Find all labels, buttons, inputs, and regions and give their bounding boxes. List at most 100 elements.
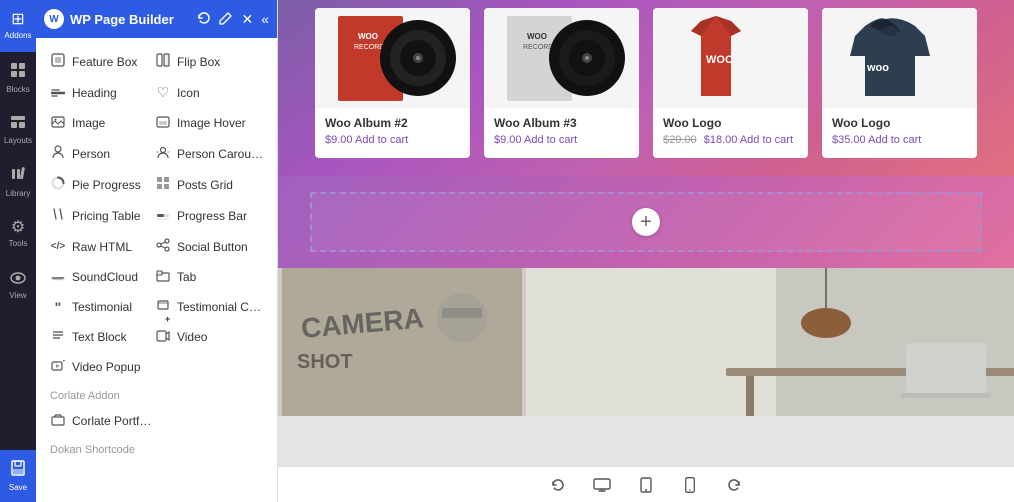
widget-social-button[interactable]: Social Button	[149, 231, 269, 262]
library-label: Library	[6, 189, 30, 198]
sidebar-item-blocks[interactable]: Blocks	[0, 52, 36, 104]
widget-testimonial-label: Testimonial	[72, 300, 132, 314]
product-info-logo-shirt: Woo Logo $20.00 $18.00 Add to cart	[653, 108, 808, 146]
panel-title: WP Page Builder	[70, 12, 174, 27]
widget-image[interactable]: Image	[44, 108, 149, 138]
close-icon[interactable]: ✕	[241, 11, 253, 28]
pricing-table-icon	[50, 207, 66, 224]
svg-text:WOO: WOO	[527, 32, 547, 41]
product-img-album3: WOO RECORDS	[484, 8, 639, 108]
layouts-icon	[10, 115, 26, 133]
widget-tab-label: Tab	[177, 270, 196, 284]
add-to-cart-logo-shirt[interactable]: Add to cart	[740, 134, 793, 146]
panel-content: Feature Box Flip Box Heading ♡ Icon	[36, 38, 277, 502]
widget-image-label: Image	[72, 116, 105, 130]
widget-corlate-portfolio-label: Corlate Portf…	[72, 414, 151, 428]
sidebar-item-library[interactable]: Library	[0, 156, 36, 208]
widget-pricing-table-label: Pricing Table	[72, 209, 140, 223]
testimonial-icon: "	[50, 299, 66, 315]
panel-header: W WP Page Builder ✕ «	[36, 0, 277, 38]
view-icon	[10, 272, 26, 288]
sidebar-item-addons[interactable]: ⊞ Addons	[0, 0, 36, 52]
widget-progress-bar[interactable]: Progress Bar	[149, 200, 269, 231]
widget-testimonial[interactable]: " Testimonial	[44, 292, 149, 322]
library-icon	[10, 166, 26, 186]
bottom-img-right	[526, 268, 1014, 416]
bottom-section: CAMERA SHOT	[278, 268, 1014, 416]
desktop-view-button[interactable]	[588, 471, 616, 499]
wp-logo: W	[44, 9, 64, 29]
flip-box-icon	[155, 53, 171, 70]
product-name-hoodie: Woo Logo	[832, 116, 967, 130]
collapse-icon[interactable]: «	[261, 11, 269, 27]
widget-testimonial-carousel[interactable]: Testimonial C… +	[149, 292, 269, 322]
product-price-album2: $9.00 Add to cart	[325, 134, 460, 146]
tab-icon	[155, 269, 171, 285]
product-img-album2: WOO RECORDS	[315, 8, 470, 108]
product-card-album3: WOO RECORDS Woo Album #3	[484, 8, 639, 158]
widget-person-carousel-label: Person Carou…	[177, 147, 263, 161]
layouts-label: Layouts	[4, 136, 32, 145]
product-card-album2: WOO RECORDS Woo Album #2	[315, 8, 470, 158]
widget-video[interactable]: Video	[149, 322, 269, 352]
widget-icon[interactable]: ♡ Icon	[149, 77, 269, 108]
widget-panel: W WP Page Builder ✕ « Feature Box	[36, 0, 278, 502]
sidebar-item-layouts[interactable]: Layouts	[0, 104, 36, 156]
widget-video-label: Video	[177, 330, 207, 344]
add-section-button[interactable]: +	[632, 208, 660, 236]
widget-person-label: Person	[72, 147, 110, 161]
tablet-view-button[interactable]	[632, 471, 660, 499]
widget-pricing-table[interactable]: Pricing Table	[44, 200, 149, 231]
icon-bar: ⊞ Addons Blocks Layouts Library ⚙ Tools …	[0, 0, 36, 502]
product-cards-row: WOO RECORDS Woo Album #2	[298, 8, 994, 158]
empty-section[interactable]: +	[310, 192, 982, 252]
blocks-label: Blocks	[6, 85, 30, 94]
mobile-view-button[interactable]	[676, 471, 704, 499]
widget-person-carousel[interactable]: Person Carou…	[149, 138, 269, 169]
redo-button[interactable]	[720, 471, 748, 499]
sidebar-item-view[interactable]: View	[0, 260, 36, 312]
widget-feature-box[interactable]: Feature Box	[44, 46, 149, 77]
video-popup-icon	[50, 359, 66, 375]
product-name-album2: Woo Album #2	[325, 116, 460, 130]
widget-text-block[interactable]: Text Block	[44, 322, 149, 352]
svg-text:WOO: WOO	[706, 54, 734, 66]
corlate-portfolio-icon	[50, 413, 66, 429]
widget-image-hover-label: Image Hover	[177, 116, 246, 130]
sidebar-item-tools[interactable]: ⚙ Tools	[0, 208, 36, 260]
edit-icon[interactable]	[219, 11, 233, 28]
widget-raw-html[interactable]: </> Raw HTML	[44, 231, 149, 262]
widget-pie-progress[interactable]: Pie Progress	[44, 169, 149, 200]
pie-progress-icon	[50, 176, 66, 193]
widget-person[interactable]: Person	[44, 138, 149, 169]
undo-button[interactable]	[544, 471, 572, 499]
widget-posts-grid[interactable]: Posts Grid	[149, 169, 269, 200]
sidebar-item-save[interactable]: Save	[0, 450, 36, 502]
widget-flip-box[interactable]: Flip Box	[149, 46, 269, 77]
svg-text:SHOT: SHOT	[297, 351, 353, 373]
product-card-logo-shirt: WOO Woo Logo $20.00 $18.00 Add to cart	[653, 8, 808, 158]
add-to-cart-album3[interactable]: Add to cart	[524, 134, 577, 146]
product-card-hoodie: woo Woo Logo $35.00 Add to cart	[822, 8, 977, 158]
refresh-icon[interactable]	[197, 11, 211, 28]
widget-tab[interactable]: Tab	[149, 262, 269, 292]
widget-corlate-portfolio[interactable]: Corlate Portf…	[44, 406, 157, 436]
add-to-cart-album2[interactable]: Add to cart	[355, 134, 408, 146]
widget-testimonial-carousel-label: Testimonial C…	[177, 300, 261, 314]
widget-grid: Feature Box Flip Box Heading ♡ Icon	[36, 46, 277, 382]
add-to-cart-hoodie[interactable]: Add to cart	[868, 134, 921, 146]
image-icon	[50, 115, 66, 131]
widget-video-popup[interactable]: Video Popup	[44, 352, 149, 382]
corlate-addon-section-label: Corlate Addon	[36, 382, 277, 406]
canvas-scroll: WOO RECORDS Woo Album #2	[278, 0, 1014, 466]
widget-soundcloud[interactable]: SoundCloud	[44, 262, 149, 292]
widget-heading[interactable]: Heading	[44, 77, 149, 108]
widget-image-hover[interactable]: Image Hover	[149, 108, 269, 138]
text-block-icon	[50, 329, 66, 345]
blocks-icon	[10, 62, 26, 82]
product-price-hoodie: $35.00 Add to cart	[832, 134, 967, 146]
raw-html-icon: </>	[50, 241, 66, 252]
panel-header-actions: ✕ «	[197, 11, 269, 28]
product-price-logo-shirt: $20.00 $18.00 Add to cart	[663, 134, 798, 146]
social-button-icon	[155, 238, 171, 255]
